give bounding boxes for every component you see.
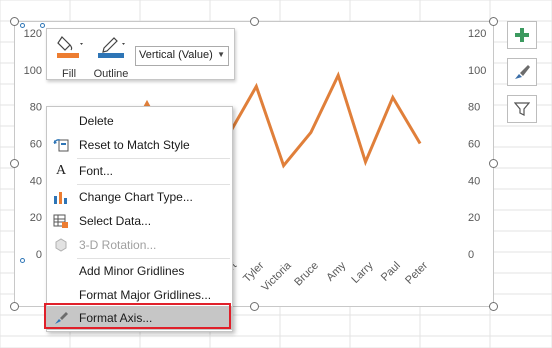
chart-resize-handle-bottom-right[interactable] [489,302,498,311]
axis-selection-handle-top[interactable] [20,23,25,28]
right-axis-tick-label: 40 [468,175,480,187]
chart-resize-handle-bottom-mid[interactable] [250,302,259,311]
left-axis-tick-label: 40 [30,175,42,187]
reset-style-icon [53,137,69,153]
outline-button[interactable]: Outline [89,33,133,80]
left-axis-tick-label: 100 [24,65,42,77]
menu-item-delete[interactable]: Delete [47,109,232,133]
menu-item-label: Font... [79,164,114,178]
axis-selection-handle-right-top[interactable] [40,23,45,28]
menu-item-3d-rotation: 3-D Rotation... [47,233,232,257]
font-icon: A [55,163,67,178]
outline-label: Outline [93,68,129,80]
menu-item-add-minor-gridlines[interactable]: Add Minor Gridlines [47,259,232,283]
menu-item-label: Select Data... [79,214,152,228]
chart-element-selector[interactable]: Vertical (Value) ▼ [135,46,229,66]
menu-item-select-data[interactable]: Select Data... [47,209,232,233]
chart-resize-handle-mid-left[interactable] [10,159,19,168]
chart-resize-handle-top-left[interactable] [10,17,19,26]
right-axis-tick-label: 80 [468,102,480,114]
category-axis-labels: RobertTylerVictoriaBruceAmyLarryPaulPete… [207,259,430,294]
menu-item-label: Format Major Gridlines... [79,288,212,302]
chart-elements-plus-icon [515,28,529,42]
right-axis-tick-label: 20 [468,212,480,224]
chart-resize-handle-top-right[interactable] [489,17,498,26]
series-line [224,71,422,169]
chart-styles-brush-icon [515,65,530,79]
menu-item-label: Add Minor Gridlines [79,264,185,278]
fill-button[interactable]: Fill [51,33,87,80]
left-axis-tick-label: 60 [30,139,42,151]
chevron-down-icon: ▼ [217,50,225,59]
category-tick-label: Bruce [292,260,321,289]
pen-outline-icon [98,37,125,58]
category-tick-label: Larry [349,259,376,286]
select-data-icon [53,213,69,229]
menu-item-font[interactable]: A Font... [47,159,232,183]
context-menu: Delete Reset to Match Style A Font... Ch… [46,106,233,332]
chart-element-selector-value: Vertical (Value) [139,49,213,61]
right-axis-tick-label: 100 [468,65,486,77]
category-tick-label: Paul [379,260,403,284]
left-axis-tick-label: 20 [30,212,42,224]
menu-item-label: Reset to Match Style [79,138,190,152]
left-axis-tick-label: 120 [24,28,42,40]
chart-type-icon [53,189,69,205]
left-axis-tick-label: 0 [36,249,42,261]
menu-item-reset-to-match-style[interactable]: Reset to Match Style [47,133,232,157]
category-tick-label: Peter [403,259,430,286]
paint-bucket-icon [57,36,83,58]
left-axis-tick-label: 80 [30,102,42,114]
right-axis-tick-label: 120 [468,28,486,40]
format-mini-toolbar: Fill Outline Vertical (Value) ▼ [46,28,235,80]
fill-label: Fill [61,68,77,80]
chart-filters-button[interactable] [507,95,537,123]
axis-selection-handle-bottom[interactable] [20,258,25,263]
chart-resize-handle-bottom-left[interactable] [10,302,19,311]
chart-resize-handle-top-mid[interactable] [250,17,259,26]
category-tick-label: Amy [324,259,348,283]
chart-styles-button[interactable] [507,58,537,86]
rotation-3d-icon [53,237,69,253]
chart-filters-funnel-icon [514,102,530,116]
right-axis-tick-label: 0 [468,249,474,261]
left-axis-labels: 120 100 80 60 40 20 0 [24,28,42,261]
menu-item-label: Delete [79,114,114,128]
menu-item-label: 3-D Rotation... [79,238,157,252]
highlight-outline [44,303,231,329]
right-axis-tick-label: 60 [468,139,480,151]
menu-item-label: Change Chart Type... [79,190,193,204]
menu-item-change-chart-type[interactable]: Change Chart Type... [47,185,232,209]
category-tick-label: Victoria [259,259,294,294]
chart-elements-button[interactable] [507,21,537,49]
right-axis-labels: 120 100 80 60 40 20 0 [468,28,486,261]
chart-resize-handle-mid-right[interactable] [489,159,498,168]
